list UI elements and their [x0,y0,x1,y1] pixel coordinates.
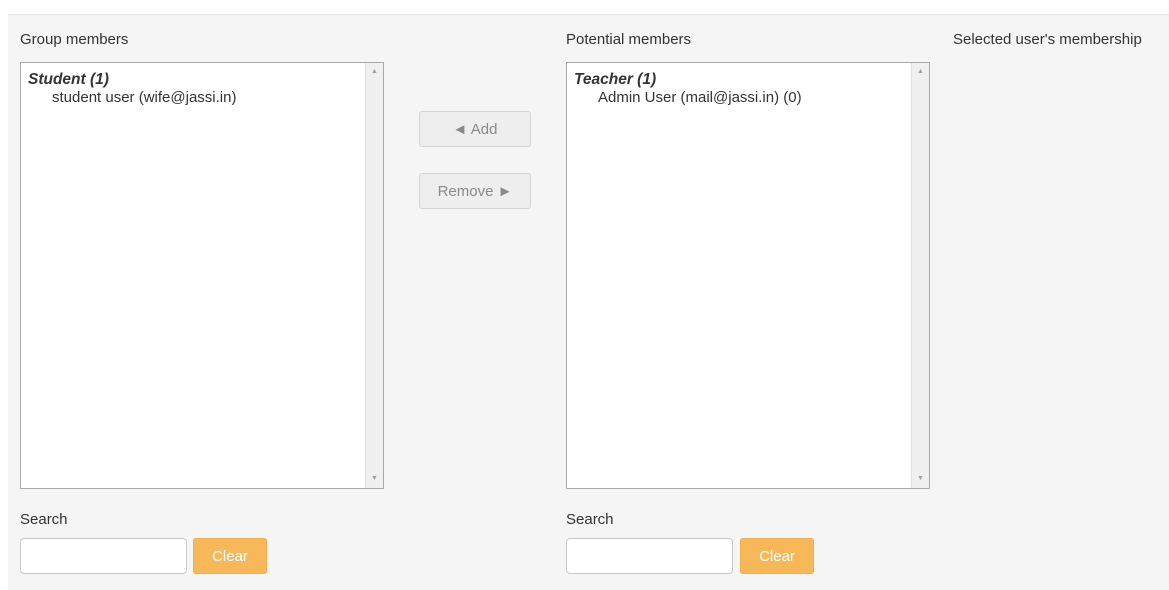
scroll-down-arrow-icon[interactable]: ▼ [912,472,929,486]
member-option[interactable]: student user (wife@jassi.in) [28,89,358,107]
group-members-listbox[interactable]: Student (1) student user (wife@jassi.in)… [20,62,384,489]
add-button[interactable]: ◄ Add [419,111,531,147]
potential-members-search-label: Search [566,511,614,528]
group-members-search-label: Search [20,511,68,528]
potential-members-listbox[interactable]: Teacher (1) Admin User (mail@jassi.in) (… [566,62,930,489]
selected-user-membership-heading: Selected user's membership [953,31,1142,48]
optgroup-label: Student (1) [28,71,109,88]
potential-members-heading: Potential members [566,31,692,48]
scrollbar[interactable]: ▲ ▼ [365,63,383,488]
group-members-options: Student (1) student user (wife@jassi.in) [21,63,365,488]
potential-members-clear-button[interactable]: Clear [740,538,814,574]
potential-option[interactable]: Admin User (mail@jassi.in) (0) [574,89,904,107]
group-members-clear-button[interactable]: Clear [193,538,267,574]
potential-members-options: Teacher (1) Admin User (mail@jassi.in) (… [567,63,911,488]
group-members-search-input[interactable] [20,538,187,574]
scroll-up-arrow-icon[interactable]: ▲ [912,65,929,79]
scroll-down-arrow-icon[interactable]: ▼ [366,472,383,486]
optgroup-label: Teacher (1) [574,71,657,88]
scrollbar[interactable]: ▲ ▼ [911,63,929,488]
group-members-heading: Group members [20,31,129,48]
potential-members-search-input[interactable] [566,538,733,574]
remove-button[interactable]: Remove ► [419,173,531,209]
scroll-up-arrow-icon[interactable]: ▲ [366,65,383,79]
